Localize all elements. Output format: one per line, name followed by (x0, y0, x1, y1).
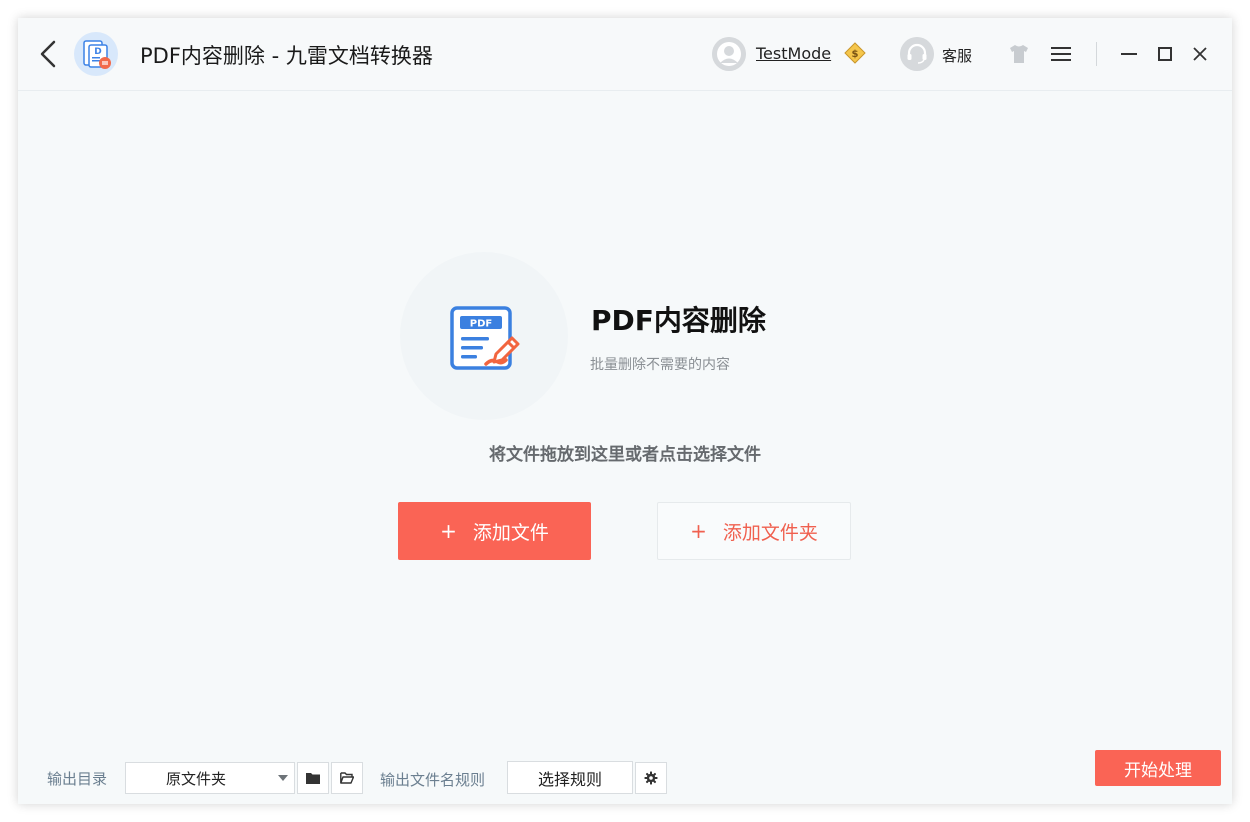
feature-title: PDF内容删除 (591, 304, 766, 337)
browse-folder-button[interactable] (297, 762, 329, 794)
add-file-button[interactable]: + 添加文件 (398, 502, 591, 560)
username-link[interactable]: TestMode (756, 44, 831, 63)
back-icon[interactable] (36, 38, 60, 70)
folder-icon (306, 773, 320, 784)
service-avatar[interactable] (900, 37, 934, 71)
tshirt-icon[interactable] (1008, 44, 1030, 64)
svg-text:D: D (94, 47, 101, 57)
title-bar: D PDF内容删除 - 九雷文档转换器 TestMode $ 客服 (18, 18, 1232, 91)
add-folder-button[interactable]: + 添加文件夹 (657, 502, 851, 560)
start-processing-button[interactable]: 开始处理 (1095, 750, 1221, 786)
vip-badge-icon[interactable]: $ (844, 42, 866, 64)
user-avatar-icon (712, 37, 746, 71)
hamburger-menu-icon[interactable] (1050, 45, 1072, 63)
chevron-down-icon (278, 775, 288, 781)
maximize-icon[interactable] (1157, 46, 1173, 62)
add-file-label: 添加文件 (472, 521, 549, 544)
filename-rule-label: 输出文件名规则 (380, 771, 486, 789)
pdf-edit-icon: PDF (450, 306, 520, 370)
title-divider (1096, 42, 1097, 66)
select-rule-button[interactable]: 选择规则 (507, 761, 633, 794)
headset-icon (900, 37, 934, 71)
plus-icon: + (440, 519, 457, 543)
svg-text:PDF: PDF (470, 319, 492, 330)
close-icon[interactable] (1192, 46, 1208, 62)
open-folder-icon (340, 772, 354, 784)
output-dir-select[interactable]: 原文件夹 (125, 762, 295, 794)
minimize-icon[interactable] (1120, 46, 1138, 62)
output-dir-label: 输出目录 (47, 770, 108, 788)
customer-service-label[interactable]: 客服 (942, 45, 972, 66)
output-dir-value: 原文件夹 (166, 770, 227, 788)
rule-settings-button[interactable] (635, 762, 667, 794)
add-folder-label: 添加文件夹 (722, 521, 818, 544)
svg-text:$: $ (852, 49, 859, 60)
user-avatar[interactable] (712, 37, 746, 71)
open-folder-button[interactable] (331, 762, 363, 794)
window-title: PDF内容删除 - 九雷文档转换器 (140, 44, 433, 68)
app-logo-icon: D (74, 32, 118, 76)
plus-icon: + (690, 519, 707, 543)
feature-subtitle: 批量删除不需要的内容 (590, 357, 730, 373)
gear-icon (644, 771, 658, 785)
app-window: D PDF内容删除 - 九雷文档转换器 TestMode $ 客服 PDF PD… (18, 18, 1232, 804)
drop-zone-hint[interactable]: 将文件拖放到这里或者点击选择文件 (18, 440, 1232, 465)
